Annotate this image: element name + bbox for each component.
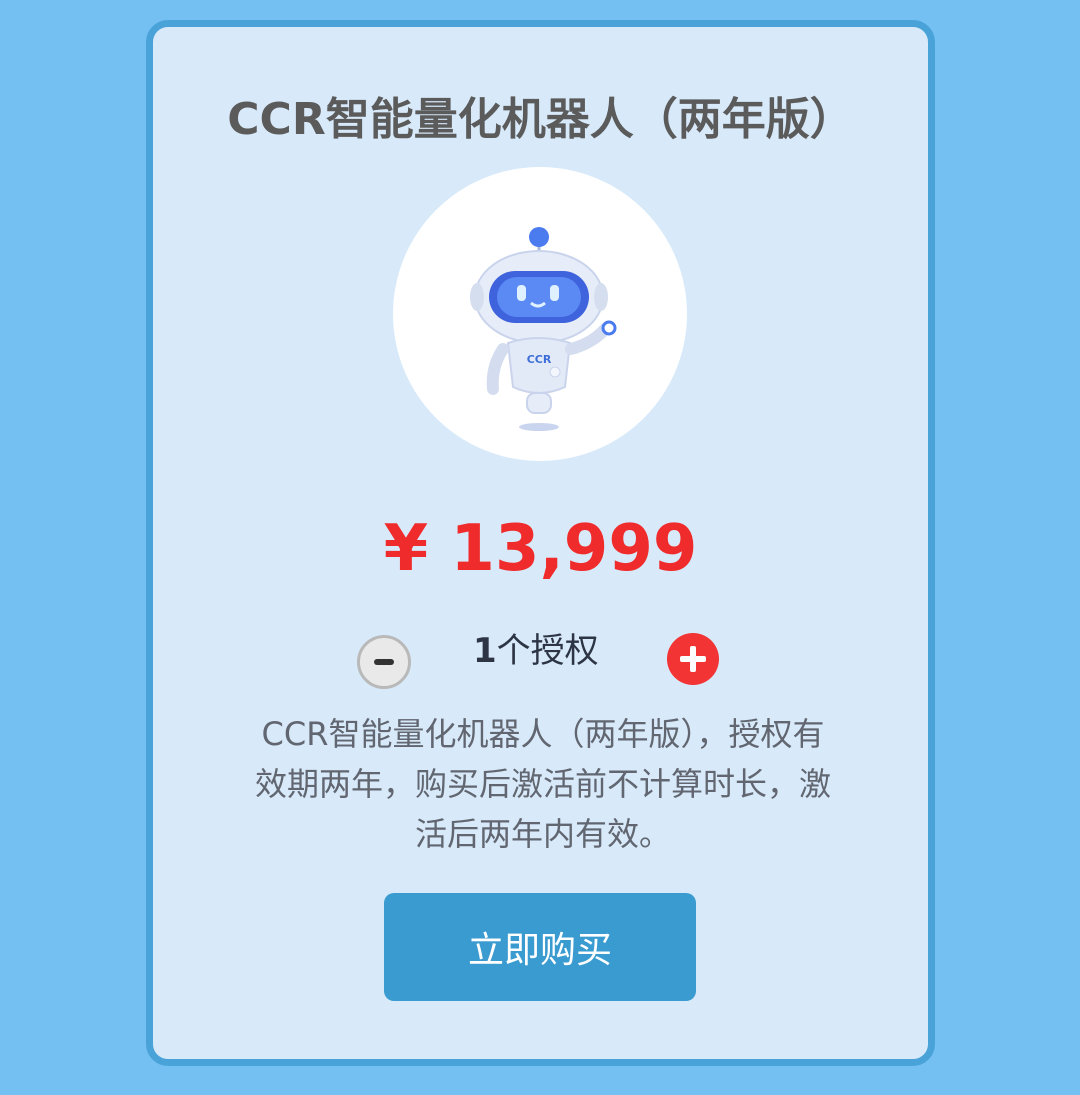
- buy-now-button[interactable]: 立即购买: [384, 893, 696, 1001]
- product-title: CCR智能量化机器人（两年版）: [227, 94, 854, 145]
- quantity-unit-label: 个授权: [496, 631, 599, 671]
- quantity-stepper: 1个授权: [153, 623, 928, 693]
- quantity-display: 1个授权: [473, 623, 599, 672]
- product-card: CCR智能量化机器人（两年版） CCR ¥ 13,999 1个授权 CCR智能量…: [146, 20, 935, 1066]
- robot-badge-text: CCR: [527, 353, 552, 366]
- robot-mascot-icon: CCR: [470, 227, 617, 431]
- robot-image: CCR: [393, 167, 687, 461]
- increase-quantity-button[interactable]: [667, 633, 719, 685]
- price: ¥ 13,999: [383, 512, 698, 586]
- quantity-value: 1: [473, 631, 497, 671]
- decrease-quantity-button[interactable]: [357, 635, 411, 689]
- product-description: CCR智能量化机器人（两年版），授权有效期两年，购买后激活前不计算时长，激活后两…: [254, 715, 831, 853]
